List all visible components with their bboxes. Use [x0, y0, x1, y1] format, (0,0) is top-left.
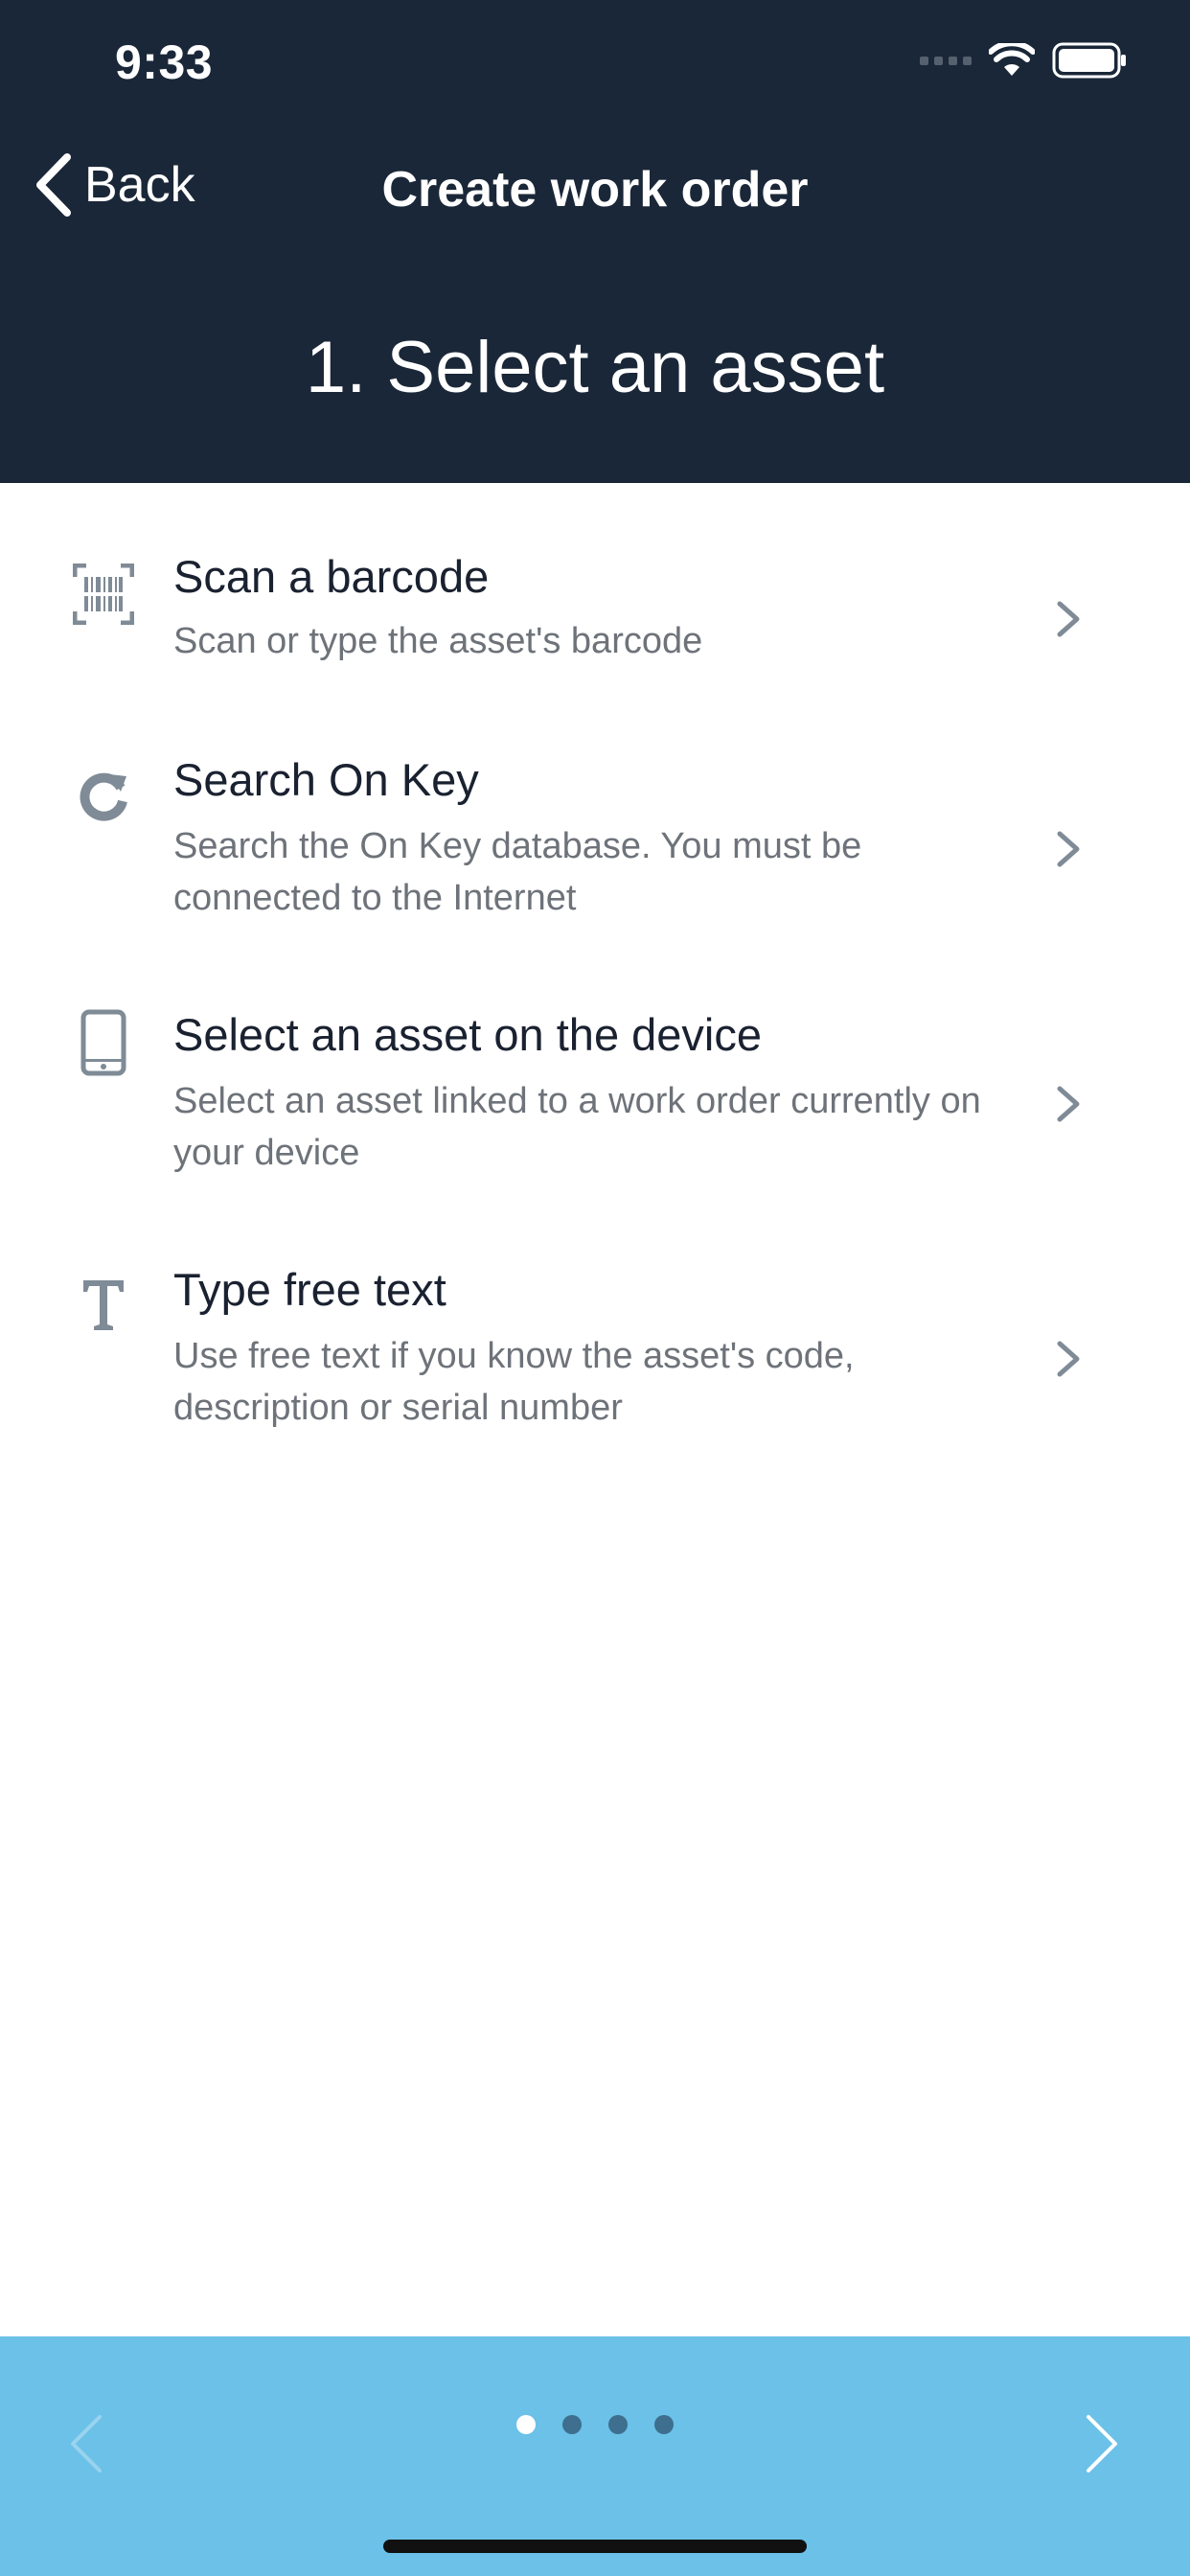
option-title: Select an asset on the device [173, 1009, 763, 1060]
wifi-icon [989, 43, 1035, 76]
option-title: Search On Key [173, 754, 479, 805]
option-description: Select an asset linked to a work order c… [173, 1081, 981, 1173]
cellular-signal-icon [920, 56, 972, 65]
status-time: 9:33 [115, 35, 214, 89]
text-icon [69, 1271, 138, 1340]
option-search-on-key[interactable]: Search On Key Search the On Key database… [0, 753, 1190, 945]
status-icons [920, 42, 1127, 79]
phone-device-icon [69, 1008, 138, 1077]
home-indicator [383, 2540, 807, 2553]
step-title: 1. Select an asset [305, 327, 885, 408]
option-asset-on-device[interactable]: Select an asset on the device Select an … [0, 1008, 1190, 1200]
page-dot [654, 2415, 674, 2434]
option-description: Scan or type the asset's barcode [173, 621, 703, 661]
option-title: Type free text [173, 1264, 446, 1315]
option-description: Search the On Key database. You must be … [173, 826, 862, 918]
page-dot [608, 2415, 628, 2434]
battery-icon [1052, 42, 1126, 79]
page-dot [562, 2415, 582, 2434]
option-scan-barcode[interactable]: Scan a barcode Scan or type the asset's … [0, 550, 1190, 703]
next-page-button[interactable] [1083, 2413, 1121, 2474]
chevron-right-icon [1057, 831, 1080, 867]
page-title: Create work order [381, 162, 809, 218]
chevron-right-icon [1057, 601, 1080, 637]
page-dot-active [516, 2415, 536, 2434]
chevron-right-icon [1057, 1086, 1080, 1122]
navigation-bar: Back Create work order [0, 153, 1190, 230]
pager-footer [0, 2336, 1190, 2576]
page-indicator [0, 2415, 1190, 2434]
barcode-icon [69, 560, 138, 629]
option-type-free-text[interactable]: Type free text Use free text if you know… [0, 1263, 1190, 1455]
chevron-right-icon [1057, 1341, 1080, 1377]
header: 9:33 Back Create work order 1. Select an… [0, 0, 1190, 483]
option-description: Use free text if you know the asset's co… [173, 1336, 855, 1428]
option-title: Scan a barcode [173, 551, 490, 602]
refresh-search-icon [69, 761, 138, 830]
